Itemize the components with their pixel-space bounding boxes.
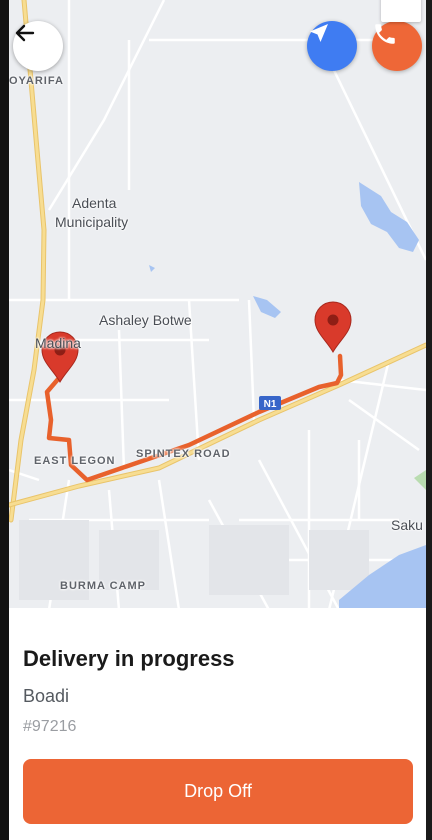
- label-ashaley-botwe: Ashaley Botwe: [99, 312, 192, 328]
- location-pin-icon: [381, 0, 397, 2]
- label-adenta-line2: Municipality: [55, 214, 129, 230]
- n1-label: N1: [264, 399, 277, 410]
- navigate-button[interactable]: [307, 21, 357, 71]
- label-madina: Madina: [35, 335, 81, 351]
- label-spintex-road: SPINTEX ROAD: [136, 448, 231, 460]
- device-edge-left: [0, 0, 9, 840]
- delivery-status-title: Delivery in progress: [23, 646, 235, 671]
- label-burma-camp: BURMA CAMP: [60, 580, 146, 592]
- park-area: [414, 470, 426, 490]
- delivery-sheet: Delivery in progress Boadi #97216 Drop O…: [9, 608, 426, 840]
- navigation-arrow-icon: [310, 24, 328, 42]
- label-adenta-line1: Adenta: [72, 195, 117, 211]
- phone-icon: [375, 24, 395, 44]
- highways: [9, 0, 426, 523]
- order-number: #97216: [23, 718, 77, 735]
- label-east-legon: EAST LEGON: [34, 455, 116, 467]
- map-canvas: N1: [9, 0, 426, 610]
- customer-name: Boadi: [23, 686, 70, 706]
- call-button[interactable]: [372, 21, 422, 71]
- arrow-left-icon: [15, 24, 35, 42]
- minor-roads: [9, 0, 426, 610]
- map-view[interactable]: N1 OYARIFA Adenta Municipality Ashaley B…: [9, 0, 426, 610]
- device-edge-right: [426, 0, 432, 840]
- app-screen: N1 OYARIFA Adenta Municipality Ashaley B…: [9, 0, 426, 840]
- my-location-button[interactable]: [381, 0, 421, 22]
- drop-off-button[interactable]: Drop Off: [23, 759, 413, 824]
- label-saku: Saku: [391, 517, 423, 533]
- label-oyarifa: OYARIFA: [9, 75, 64, 87]
- destination-pin-icon[interactable]: [314, 301, 352, 353]
- back-button[interactable]: [13, 21, 63, 71]
